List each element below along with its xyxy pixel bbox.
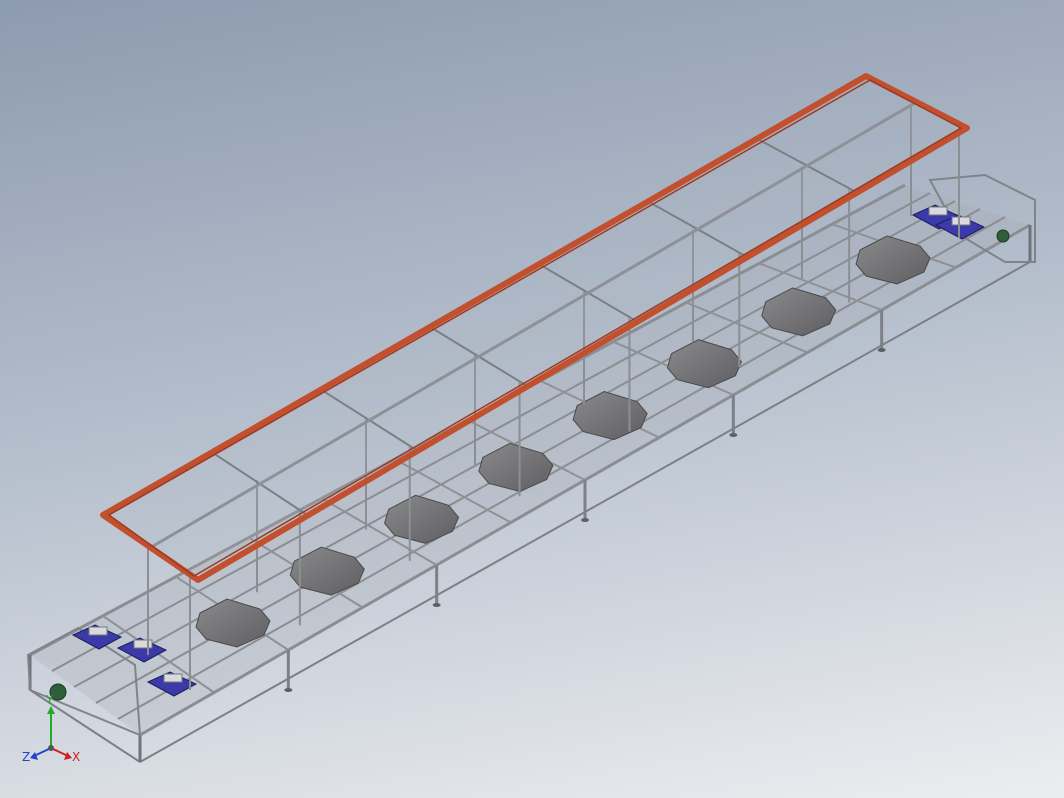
assembly-line-model[interactable] (0, 0, 1064, 798)
drive-coupling-5 (951, 216, 971, 226)
drive-coupling-1 (88, 626, 108, 636)
leveling-foot (877, 348, 886, 352)
leveling-foot (729, 433, 738, 437)
drive-coupling-3 (163, 673, 183, 683)
drive-coupling-2 (133, 639, 153, 649)
front-gearbox (49, 683, 67, 701)
leveling-foot (432, 603, 441, 607)
leveling-foot (581, 518, 589, 522)
drive-coupling-4 (928, 206, 948, 216)
leveling-foot (284, 688, 293, 692)
rear-gearbox (996, 229, 1010, 243)
cad-viewport[interactable]: X Y Z (0, 0, 1064, 798)
